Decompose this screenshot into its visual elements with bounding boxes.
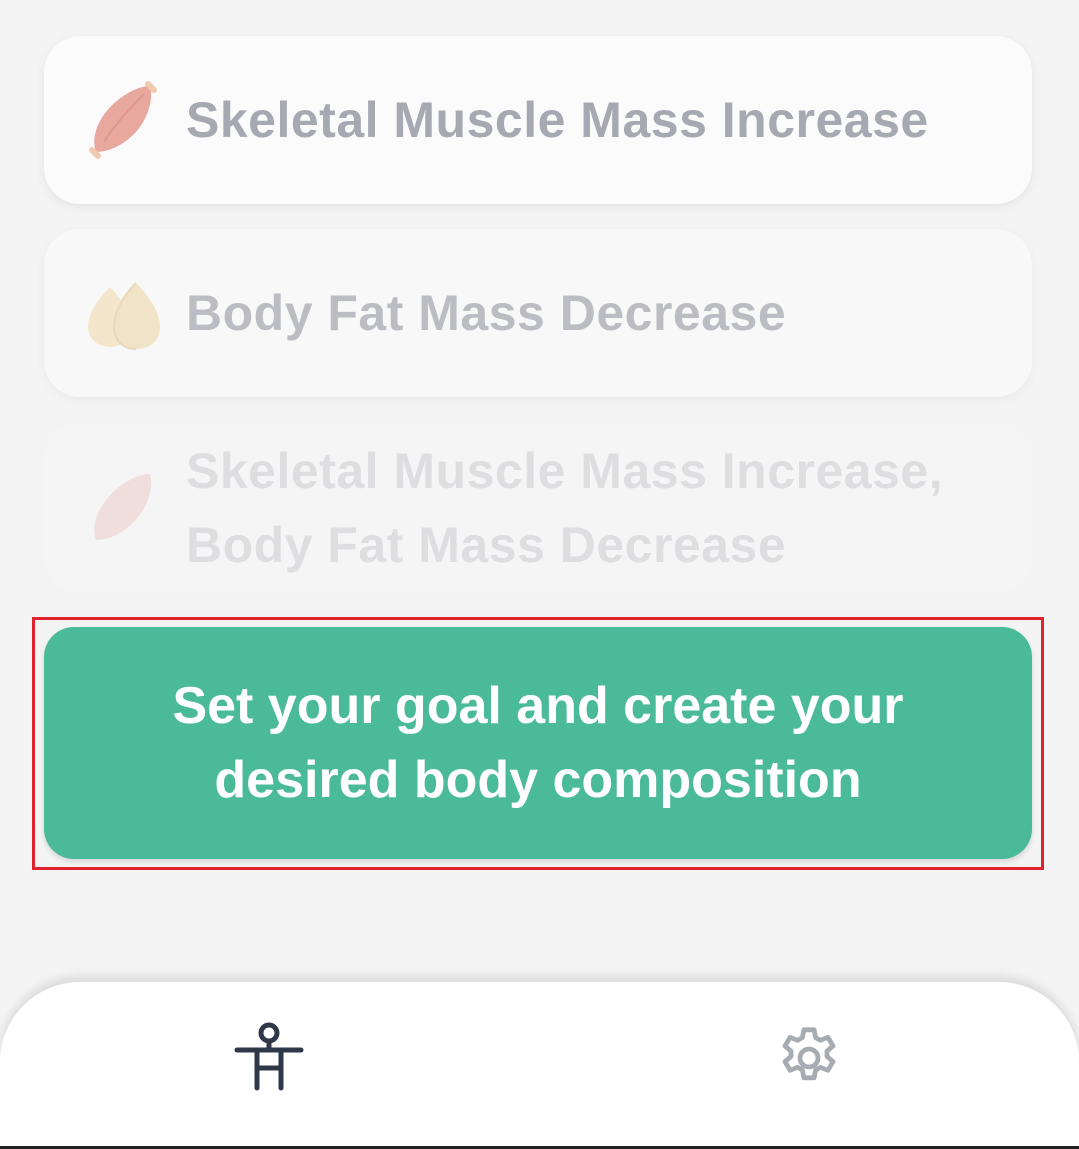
bottom-navigation: [0, 982, 1079, 1146]
goal-option-muscle-increase[interactable]: Skeletal Muscle Mass Increase: [44, 36, 1032, 204]
goal-label: Skeletal Muscle Mass Increase, Body Fat …: [186, 443, 944, 573]
goal-option-fat-decrease[interactable]: Body Fat Mass Decrease: [44, 229, 1032, 397]
nav-item-settings[interactable]: [769, 1020, 849, 1100]
goal-label: Body Fat Mass Decrease: [186, 285, 787, 341]
body-figure-icon: [233, 1022, 305, 1099]
set-goal-button[interactable]: Set your goal and create your desired bo…: [44, 627, 1032, 859]
gear-icon: [773, 1022, 845, 1099]
muscle-icon: [84, 468, 164, 548]
goal-option-muscle-increase-fat-decrease[interactable]: Skeletal Muscle Mass Increase, Body Fat …: [44, 422, 1032, 594]
fat-drop-icon: [84, 273, 164, 353]
goal-label: Skeletal Muscle Mass Increase: [186, 92, 929, 148]
nav-item-body[interactable]: [229, 1020, 309, 1100]
muscle-icon: [84, 80, 164, 160]
